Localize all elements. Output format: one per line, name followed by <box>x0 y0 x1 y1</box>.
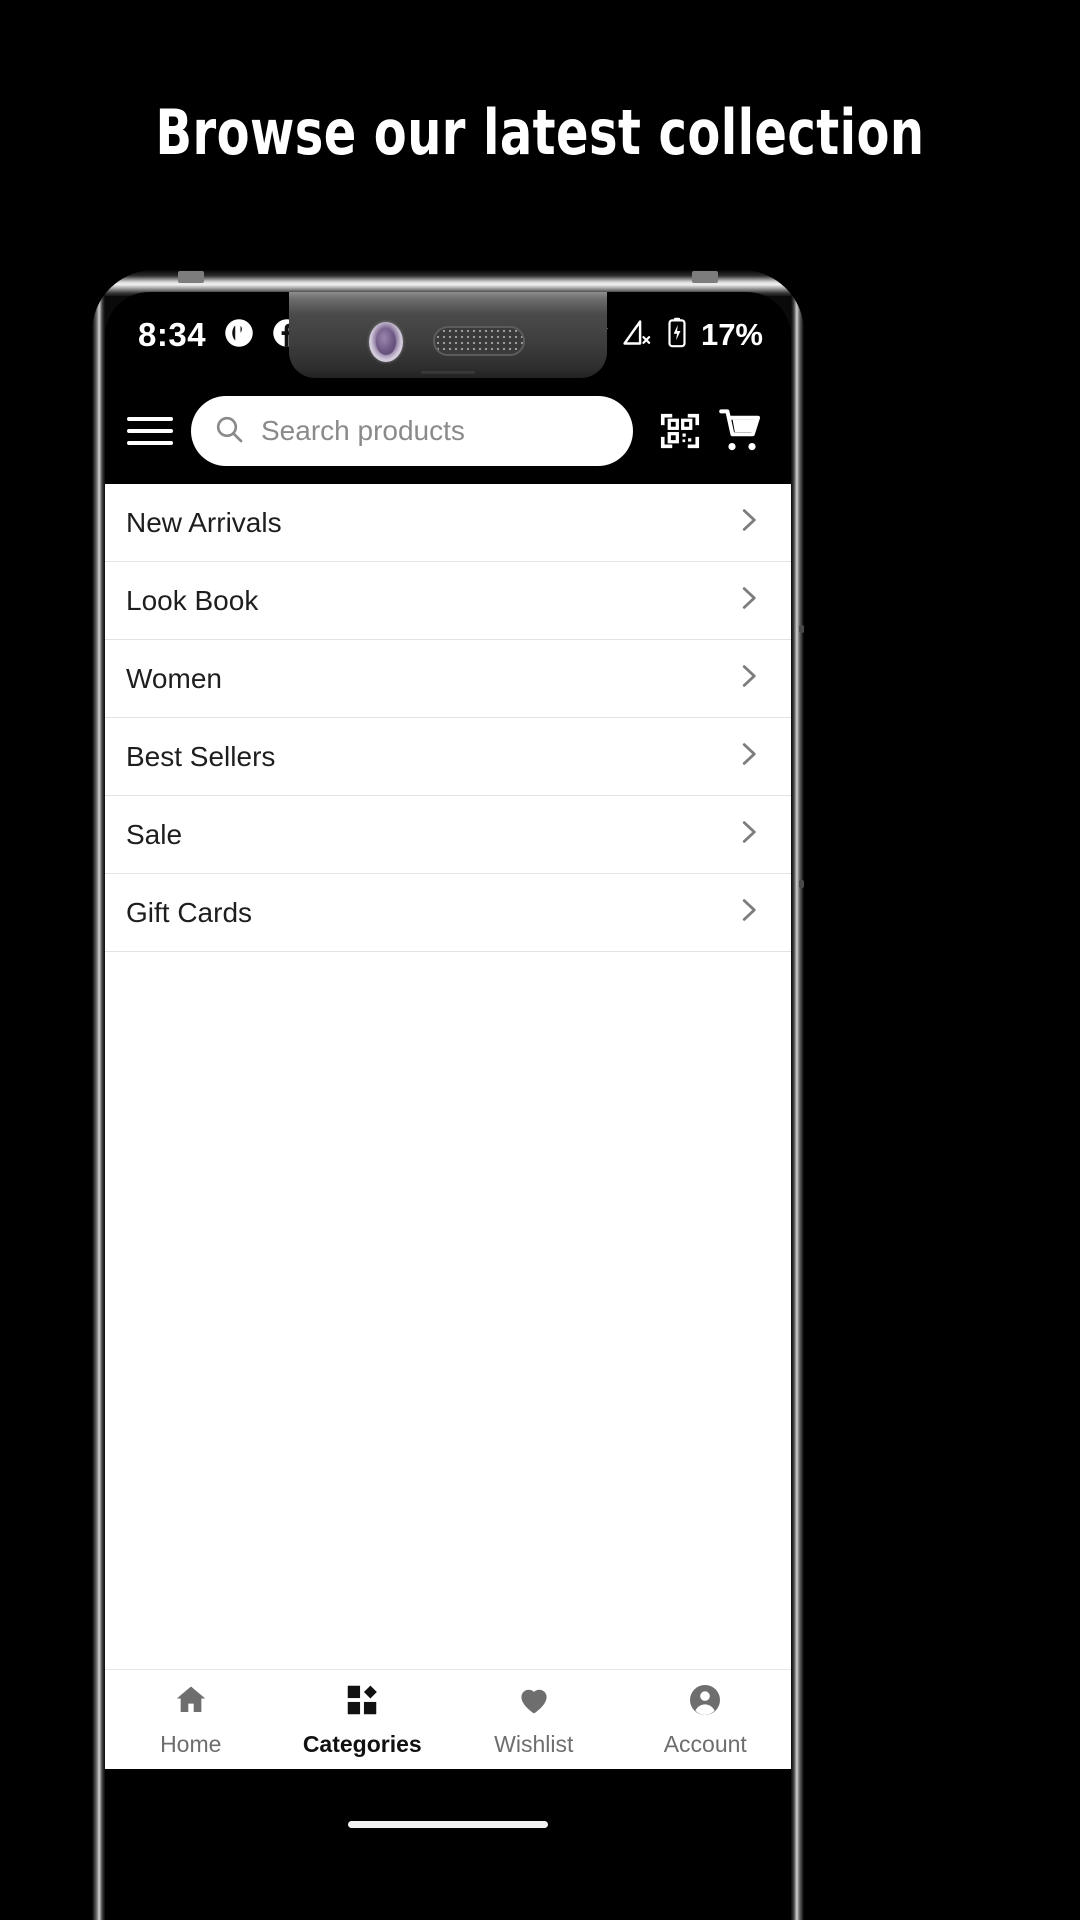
hamburger-menu-icon[interactable] <box>127 409 173 453</box>
list-item-label: Gift Cards <box>126 896 253 928</box>
list-item[interactable]: Gift Cards <box>105 874 791 952</box>
app-notification-icon <box>224 318 254 353</box>
nav-label: Home <box>160 1730 222 1757</box>
volume-down-button[interactable] <box>799 880 804 888</box>
list-item[interactable]: Best Sellers <box>105 718 791 796</box>
app-bar: Search products <box>105 378 791 484</box>
antenna-band-left <box>178 271 204 283</box>
search-placeholder: Search products <box>261 415 465 446</box>
status-bar-right: 17% <box>579 317 791 353</box>
antenna-band-right <box>692 271 718 283</box>
chevron-right-icon <box>733 739 763 774</box>
list-item-label: Sale <box>126 818 183 850</box>
bottom-navigation: Home Categories Wishlist Account <box>105 1669 791 1769</box>
front-camera-icon <box>369 322 403 362</box>
status-bar-left: 8:34 <box>105 316 302 354</box>
promo-screenshot: Browse our latest collection 8:34 17% Se… <box>0 0 1080 1920</box>
phone-screen: 8:34 17% Search products New Arrivals Lo… <box>105 292 791 1920</box>
gesture-handle[interactable] <box>348 1821 548 1828</box>
chevron-right-icon <box>733 583 763 618</box>
nav-item-wishlist[interactable]: Wishlist <box>448 1682 620 1758</box>
list-item[interactable]: Look Book <box>105 562 791 640</box>
system-navigation-area <box>105 1769 791 1920</box>
chevron-right-icon <box>733 661 763 696</box>
nav-item-categories[interactable]: Categories <box>277 1682 449 1758</box>
phone-left-edge <box>92 290 105 1920</box>
nav-label: Categories <box>302 1730 422 1757</box>
status-time: 8:34 <box>138 316 207 353</box>
chevron-right-icon <box>733 817 763 852</box>
home-icon <box>173 1682 209 1723</box>
chevron-right-icon <box>733 895 763 930</box>
account-circle-icon <box>687 1682 723 1723</box>
phone-right-edge <box>791 290 804 1920</box>
list-item[interactable]: Sale <box>105 796 791 874</box>
shopping-cart-icon[interactable] <box>711 407 773 455</box>
phone-mockup: 8:34 17% Search products New Arrivals Lo… <box>92 270 804 1920</box>
list-item[interactable]: Women <box>105 640 791 718</box>
battery-icon <box>665 317 689 353</box>
category-list: New Arrivals Look Book Women Best Seller… <box>105 484 791 1669</box>
promo-headline: Browse our latest collection <box>155 96 925 169</box>
list-item-label: Look Book <box>126 584 259 616</box>
battery-percent: 17% <box>700 317 763 352</box>
cellular-off-icon <box>622 317 653 353</box>
list-item[interactable]: New Arrivals <box>105 484 791 562</box>
list-item-label: New Arrivals <box>126 506 282 538</box>
nav-item-account[interactable]: Account <box>620 1682 792 1758</box>
heart-icon <box>516 1682 552 1723</box>
nav-item-home[interactable]: Home <box>105 1682 277 1758</box>
volume-up-button[interactable] <box>799 625 804 633</box>
earpiece-speaker <box>433 326 525 356</box>
nav-label: Wishlist <box>494 1730 574 1757</box>
nav-label: Account <box>663 1730 747 1757</box>
camera-island <box>289 292 607 378</box>
qr-scanner-icon[interactable] <box>649 408 711 454</box>
search-icon <box>213 413 245 450</box>
list-item-label: Best Sellers <box>126 740 276 772</box>
list-item-label: Women <box>126 662 222 694</box>
search-input[interactable]: Search products <box>191 396 633 466</box>
chevron-right-icon <box>733 505 763 540</box>
grid-categories-icon <box>344 1682 380 1723</box>
